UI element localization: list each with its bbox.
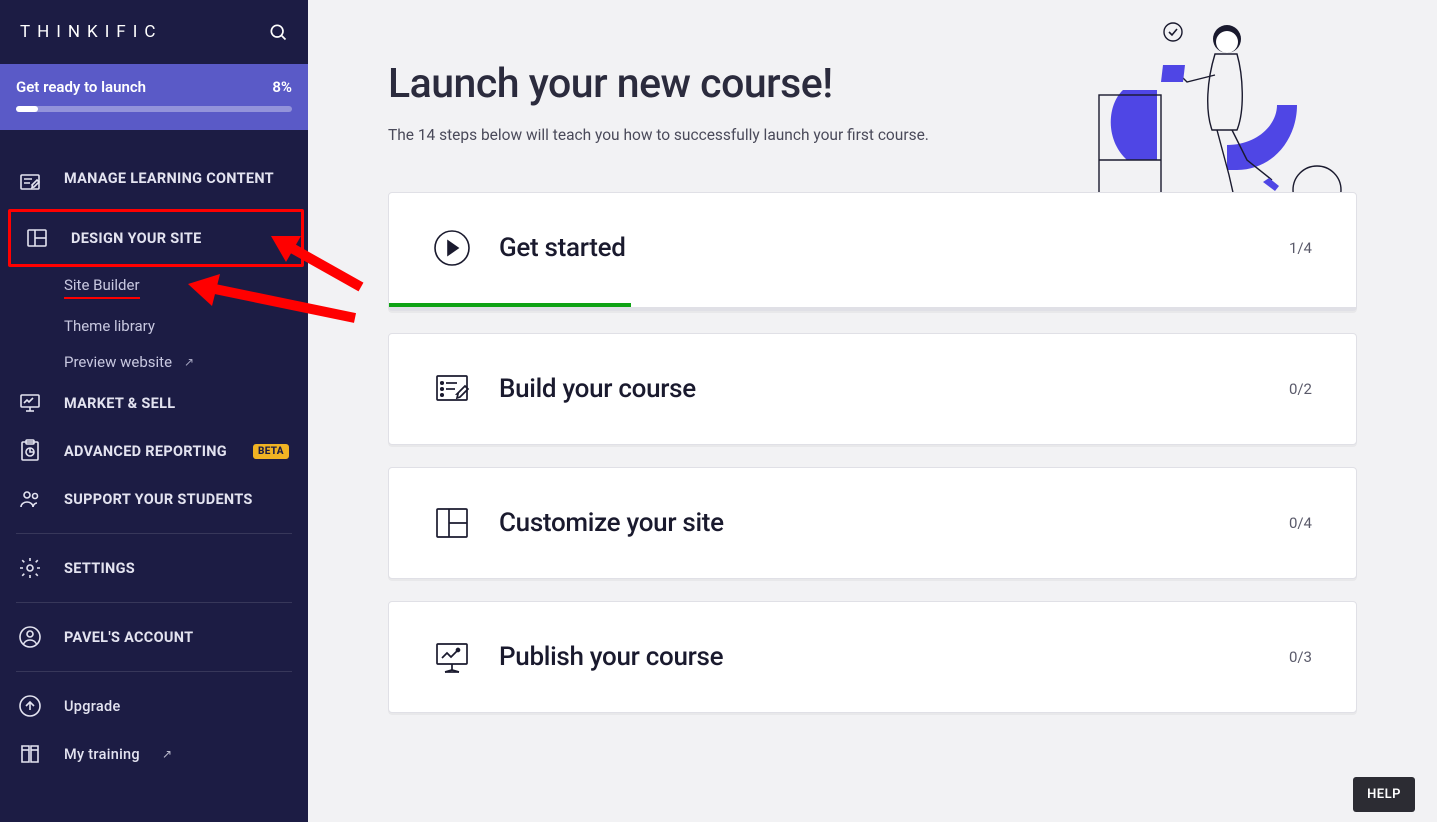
clipboard-pie-icon bbox=[18, 439, 42, 463]
nav-upgrade[interactable]: Upgrade bbox=[0, 682, 308, 730]
edit-page-icon bbox=[433, 370, 471, 408]
sub-label: Site Builder bbox=[64, 276, 140, 294]
sub-theme-library[interactable]: Theme library bbox=[64, 317, 308, 335]
sub-site-builder[interactable]: Site Builder bbox=[64, 276, 140, 299]
sidebar-nav: MANAGE LEARNING CONTENT DESIGN YOUR SITE… bbox=[0, 130, 308, 822]
card-title: Get started bbox=[499, 233, 1261, 263]
launch-label: Get ready to launch bbox=[16, 78, 146, 96]
nav-manage-learning-content[interactable]: MANAGE LEARNING CONTENT bbox=[0, 158, 308, 206]
help-button[interactable]: HELP bbox=[1353, 777, 1415, 812]
nav-label: My training bbox=[64, 746, 140, 763]
presentation-chart-icon bbox=[18, 391, 42, 415]
progress-fill bbox=[16, 106, 38, 112]
nav-label: Upgrade bbox=[64, 698, 121, 715]
design-sub-items: Site Builder Theme library Preview websi… bbox=[0, 270, 308, 379]
presentation-icon bbox=[433, 638, 471, 676]
user-circle-icon bbox=[18, 625, 42, 649]
nav-label: ADVANCED REPORTING bbox=[64, 443, 227, 460]
sub-label: Theme library bbox=[64, 317, 155, 335]
card-count: 0/3 bbox=[1289, 648, 1312, 666]
launch-percent: 8% bbox=[272, 78, 292, 96]
beta-badge: BETA bbox=[253, 444, 289, 459]
card-build-course[interactable]: Build your course 0/2 bbox=[388, 333, 1357, 445]
users-icon bbox=[18, 487, 42, 511]
nav-design-your-site[interactable]: DESIGN YOUR SITE bbox=[8, 209, 304, 267]
nav-label: PAVEL'S ACCOUNT bbox=[64, 629, 193, 646]
layout-icon bbox=[433, 504, 471, 542]
divider bbox=[16, 533, 292, 534]
card-get-started[interactable]: Get started 1/4 bbox=[388, 192, 1357, 311]
arrow-up-circle-icon bbox=[18, 694, 42, 718]
nav-advanced-reporting[interactable]: ADVANCED REPORTING BETA bbox=[0, 427, 308, 475]
nav-my-training[interactable]: My training ↗ bbox=[0, 730, 308, 778]
card-title: Build your course bbox=[499, 374, 1261, 404]
edit-note-icon bbox=[18, 170, 42, 194]
divider bbox=[16, 671, 292, 672]
card-customize-site[interactable]: Customize your site 0/4 bbox=[388, 467, 1357, 579]
nav-label: DESIGN YOUR SITE bbox=[71, 230, 202, 247]
progress-track bbox=[16, 106, 292, 112]
card-count: 0/2 bbox=[1289, 380, 1312, 398]
gear-icon bbox=[18, 556, 42, 580]
sub-label: Preview website bbox=[64, 353, 172, 371]
launch-progress-banner[interactable]: Get ready to launch 8% bbox=[0, 64, 308, 130]
card-publish-course[interactable]: Publish your course 0/3 bbox=[388, 601, 1357, 713]
card-count: 1/4 bbox=[1289, 239, 1312, 257]
external-link-icon: ↗ bbox=[184, 355, 194, 369]
nav-label: MANAGE LEARNING CONTENT bbox=[64, 170, 274, 187]
sidebar-header: THINKIFIC bbox=[0, 0, 308, 64]
card-count: 0/4 bbox=[1289, 514, 1312, 532]
nav-account[interactable]: PAVEL'S ACCOUNT bbox=[0, 613, 308, 661]
nav-support-students[interactable]: SUPPORT YOUR STUDENTS bbox=[0, 475, 308, 523]
nav-label: SETTINGS bbox=[64, 560, 135, 577]
card-title: Publish your course bbox=[499, 642, 1261, 672]
card-title: Customize your site bbox=[499, 508, 1261, 538]
nav-settings[interactable]: SETTINGS bbox=[0, 544, 308, 592]
sidebar: THINKIFIC Get ready to launch 8% MANAGE … bbox=[0, 0, 308, 822]
nav-label: MARKET & SELL bbox=[64, 395, 175, 412]
play-circle-icon bbox=[433, 229, 471, 267]
external-link-icon: ↗ bbox=[162, 747, 172, 761]
divider bbox=[16, 602, 292, 603]
book-icon bbox=[18, 742, 42, 766]
sub-preview-website[interactable]: Preview website ↗ bbox=[64, 353, 308, 371]
main-content: Launch your new course! The 14 steps bel… bbox=[308, 0, 1437, 822]
hero-illustration bbox=[1087, 10, 1367, 215]
nav-label: SUPPORT YOUR STUDENTS bbox=[64, 491, 253, 508]
layout-icon bbox=[25, 226, 49, 250]
search-icon[interactable] bbox=[268, 22, 288, 42]
brand-logo: THINKIFIC bbox=[20, 22, 162, 42]
onboarding-cards: Get started 1/4 Build your course 0/2 Cu… bbox=[388, 192, 1357, 713]
nav-market-sell[interactable]: MARKET & SELL bbox=[0, 379, 308, 427]
